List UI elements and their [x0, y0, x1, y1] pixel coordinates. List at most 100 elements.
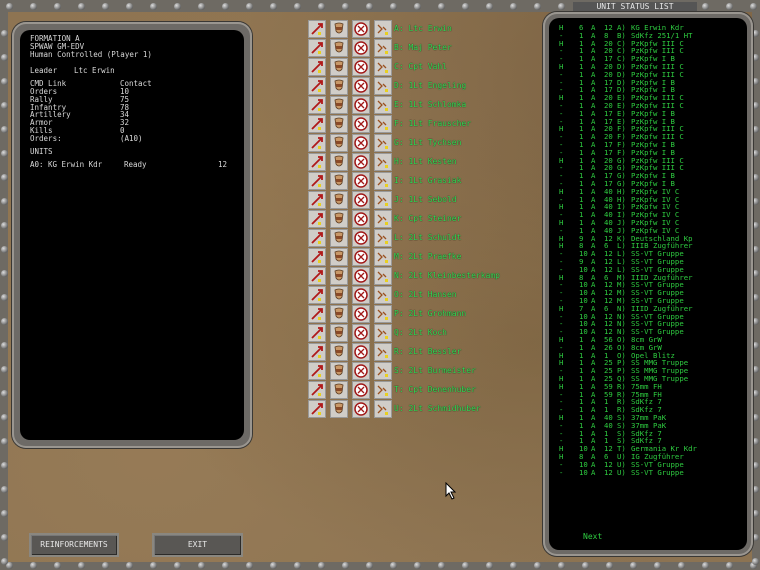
unit-label[interactable]: Q: 2Lt Koch [394, 328, 447, 337]
unit-morale-icon[interactable] [330, 324, 348, 342]
unit-status-icon[interactable] [352, 96, 370, 114]
unit-label[interactable]: O: 2Lt Hansen [394, 290, 457, 299]
unit-mode-icon[interactable] [308, 20, 326, 38]
unit-row[interactable]: B: Maj Peter [308, 39, 578, 57]
unit-mode-icon[interactable] [308, 191, 326, 209]
unit-mode-icon[interactable] [308, 248, 326, 266]
unit-row[interactable]: I: 1Lt Grasiak [308, 172, 578, 190]
unit-mode-icon[interactable] [308, 229, 326, 247]
unit-status-icon[interactable] [352, 305, 370, 323]
unit-row[interactable]: F: 1Lt Frauscher [308, 115, 578, 133]
unit-label[interactable]: G: 1Lt Tychsen [394, 138, 461, 147]
unit-morale-icon[interactable] [330, 343, 348, 361]
unit-morale-icon[interactable] [330, 362, 348, 380]
unit-orders-icon[interactable] [374, 362, 392, 380]
unit-morale-icon[interactable] [330, 115, 348, 133]
unit-row[interactable]: E: 1Lt Schlomka [308, 96, 578, 114]
unit-status-icon[interactable] [352, 115, 370, 133]
unit-status-icon[interactable] [352, 362, 370, 380]
unit-row[interactable]: P: 2Lt Grohmann [308, 305, 578, 323]
unit-morale-icon[interactable] [330, 305, 348, 323]
unit-orders-icon[interactable] [374, 381, 392, 399]
unit-mode-icon[interactable] [308, 115, 326, 133]
unit-line-id[interactable]: A0: [30, 161, 44, 169]
unit-row[interactable]: M: 2Lt Praefke [308, 248, 578, 266]
unit-morale-icon[interactable] [330, 191, 348, 209]
unit-status-icon[interactable] [352, 324, 370, 342]
unit-row[interactable]: U: 2Lt Schmidhuber [308, 400, 578, 418]
unit-orders-icon[interactable] [374, 96, 392, 114]
unit-row[interactable]: J: 1Lt Sebold [308, 191, 578, 209]
unit-status-icon[interactable] [352, 381, 370, 399]
unit-mode-icon[interactable] [308, 305, 326, 323]
unit-label[interactable]: U: 2Lt Schmidhuber [394, 404, 481, 413]
unit-orders-icon[interactable] [374, 58, 392, 76]
unit-orders-icon[interactable] [374, 343, 392, 361]
unit-morale-icon[interactable] [330, 20, 348, 38]
unit-status-icon[interactable] [352, 343, 370, 361]
unit-row[interactable]: G: 1Lt Tychsen [308, 134, 578, 152]
unit-mode-icon[interactable] [308, 153, 326, 171]
exit-button[interactable]: EXIT [152, 533, 243, 557]
unit-morale-icon[interactable] [330, 210, 348, 228]
unit-row[interactable]: C: Cpt Vahl [308, 58, 578, 76]
unit-status-icon[interactable] [352, 58, 370, 76]
unit-orders-icon[interactable] [374, 286, 392, 304]
unit-orders-icon[interactable] [374, 229, 392, 247]
unit-status-icon[interactable] [352, 39, 370, 57]
unit-morale-icon[interactable] [330, 39, 348, 57]
unit-morale-icon[interactable] [330, 77, 348, 95]
unit-status-icon[interactable] [352, 153, 370, 171]
unit-status-icon[interactable] [352, 229, 370, 247]
unit-status-icon[interactable] [352, 267, 370, 285]
unit-orders-icon[interactable] [374, 20, 392, 38]
unit-morale-icon[interactable] [330, 381, 348, 399]
unit-status-icon[interactable] [352, 20, 370, 38]
unit-label[interactable]: J: 1Lt Sebold [394, 195, 457, 204]
unit-mode-icon[interactable] [308, 210, 326, 228]
unit-morale-icon[interactable] [330, 96, 348, 114]
unit-morale-icon[interactable] [330, 172, 348, 190]
unit-label[interactable]: K: Cpt Steiner [394, 214, 461, 223]
unit-label[interactable]: T: Cpt Denenhuber [394, 385, 476, 394]
unit-morale-icon[interactable] [330, 400, 348, 418]
unit-label[interactable]: B: Maj Peter [394, 43, 452, 52]
unit-mode-icon[interactable] [308, 381, 326, 399]
unit-orders-icon[interactable] [374, 77, 392, 95]
unit-mode-icon[interactable] [308, 134, 326, 152]
unit-line-name[interactable]: KG Erwin Kdr [48, 161, 102, 169]
unit-orders-icon[interactable] [374, 400, 392, 418]
unit-orders-icon[interactable] [374, 153, 392, 171]
unit-orders-icon[interactable] [374, 305, 392, 323]
unit-morale-icon[interactable] [330, 248, 348, 266]
unit-row[interactable]: K: Cpt Steiner [308, 210, 578, 228]
unit-morale-icon[interactable] [330, 153, 348, 171]
unit-label[interactable]: F: 1Lt Frauscher [394, 119, 471, 128]
unit-label[interactable]: R: 2Lt Bessler [394, 347, 461, 356]
unit-row[interactable]: O: 2Lt Hansen [308, 286, 578, 304]
unit-status-icon[interactable] [352, 400, 370, 418]
unit-row[interactable]: R: 2Lt Bessler [308, 343, 578, 361]
unit-label[interactable]: P: 2Lt Grohmann [394, 309, 466, 318]
unit-row[interactable]: N: 2Lt Kleinbesterkamp [308, 267, 578, 285]
unit-orders-icon[interactable] [374, 39, 392, 57]
unit-row[interactable]: T: Cpt Denenhuber [308, 381, 578, 399]
unit-mode-icon[interactable] [308, 267, 326, 285]
unit-status-icon[interactable] [352, 191, 370, 209]
unit-status-icon[interactable] [352, 248, 370, 266]
unit-label[interactable]: L: 2Lt Schuldt [394, 233, 461, 242]
unit-status-icon[interactable] [352, 172, 370, 190]
unit-morale-icon[interactable] [330, 229, 348, 247]
unit-orders-icon[interactable] [374, 210, 392, 228]
status-row[interactable]: - 10 A 12 U) SS-VT Gruppe [549, 468, 747, 477]
unit-mode-icon[interactable] [308, 77, 326, 95]
unit-orders-icon[interactable] [374, 191, 392, 209]
reinforcements-button[interactable]: REINFORCEMENTS [29, 533, 119, 557]
unit-mode-icon[interactable] [308, 362, 326, 380]
unit-status-icon[interactable] [352, 286, 370, 304]
unit-orders-icon[interactable] [374, 267, 392, 285]
unit-mode-icon[interactable] [308, 343, 326, 361]
unit-label[interactable]: A: Ltc Erwin [394, 24, 452, 33]
unit-row[interactable]: L: 2Lt Schuldt [308, 229, 578, 247]
unit-label[interactable]: S: 2Lt Burmeister [394, 366, 476, 375]
